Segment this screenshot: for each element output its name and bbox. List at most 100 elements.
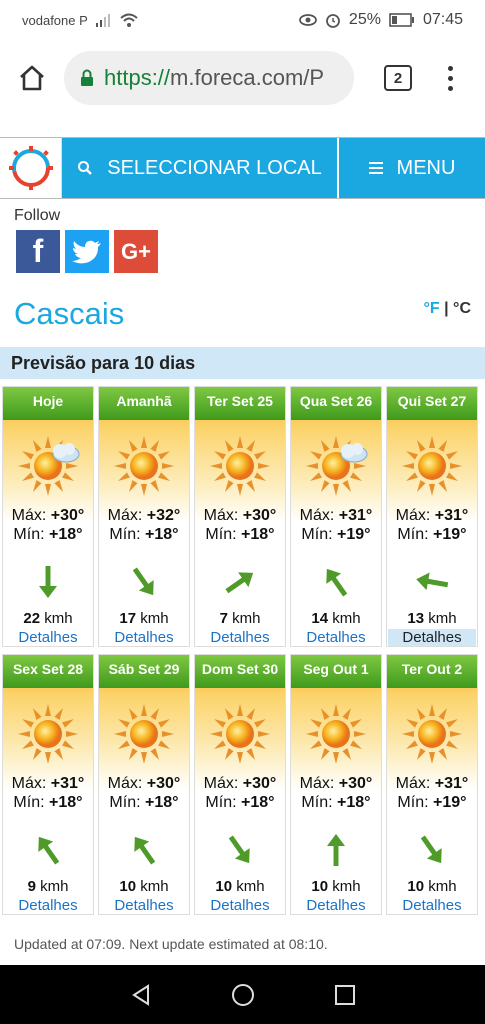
url-host: m.foreca.com/P	[170, 65, 325, 90]
forecast-day: Qua Set 26 Máx: +31° Mín: +19° 14 kmh De…	[290, 386, 382, 647]
tab-switcher-button[interactable]: 2	[384, 65, 412, 91]
wind-unit: kmh	[428, 610, 457, 627]
forecast-heading: Previsão para 10 dias	[0, 347, 485, 379]
status-bar: vodafone P 25% 07:45	[0, 0, 485, 40]
min-temp: +19°	[433, 794, 467, 811]
min-temp: +19°	[337, 526, 371, 543]
details-link[interactable]: Detalhes	[196, 629, 284, 646]
day-name: Qui Set 27	[387, 387, 477, 420]
forecast-row: Hoje Máx: +30° Mín: +18° 22 kmh Detalhes…	[0, 386, 485, 647]
details-link[interactable]: Detalhes	[4, 897, 92, 914]
max-label: Máx:	[107, 775, 143, 792]
max-temp: +30°	[242, 775, 277, 792]
celsius-label: °C	[453, 300, 471, 317]
details-link[interactable]: Detalhes	[388, 629, 476, 646]
day-name: Ter Set 25	[195, 387, 285, 420]
wind-arrow-icon	[414, 564, 450, 600]
wind-speed: 10 kmh	[119, 878, 168, 895]
max-temp: +30°	[338, 775, 373, 792]
wind-value: 10	[215, 878, 233, 895]
battery-icon	[389, 13, 414, 27]
units-switch: °F | °C	[424, 300, 472, 318]
max-label: Máx:	[203, 775, 239, 792]
wind-unit: kmh	[236, 878, 265, 895]
forecast-day: Dom Set 30 Máx: +30° Mín: +18° 10 kmh De…	[194, 654, 286, 915]
update-info: Updated at 07:09. Next update estimated …	[14, 936, 328, 952]
wind-value: 22	[23, 610, 41, 627]
search-icon	[78, 161, 93, 175]
address-bar[interactable]: https://m.foreca.com/P	[64, 51, 354, 105]
max-temp: +30°	[50, 507, 85, 524]
max-temp: +32°	[146, 507, 181, 524]
wind-arrow-icon	[222, 832, 258, 868]
details-link[interactable]: Detalhes	[196, 897, 284, 914]
min-label: Mín:	[397, 526, 429, 543]
min-temp: +18°	[49, 526, 83, 543]
temperatures: Máx: +30° Mín: +18°	[204, 506, 277, 544]
fahrenheit-link[interactable]: °F	[424, 300, 440, 317]
details-link[interactable]: Detalhes	[388, 897, 476, 914]
day-name: Ter Out 2	[387, 655, 477, 688]
wind-unit: kmh	[44, 610, 73, 627]
google-plus-icon: G+	[121, 238, 151, 264]
wind-arrow-icon	[126, 832, 162, 868]
overflow-menu-icon[interactable]	[448, 65, 453, 91]
select-location-label: SELECCIONAR LOCAL	[107, 156, 322, 179]
battery-percent: 25%	[348, 11, 381, 28]
wind-value: 14	[311, 610, 329, 627]
facebook-button[interactable]: f	[16, 230, 60, 273]
wind-value: 10	[407, 878, 425, 895]
clock: 07:45	[422, 11, 463, 28]
max-temp: +31°	[434, 507, 469, 524]
menu-button[interactable]: MENU	[339, 138, 485, 198]
home-button[interactable]	[14, 60, 50, 96]
max-temp: +30°	[242, 507, 277, 524]
back-icon[interactable]	[130, 983, 152, 1006]
min-temp: +18°	[337, 794, 371, 811]
wind-arrow-icon	[318, 832, 354, 868]
details-link[interactable]: Detalhes	[292, 629, 380, 646]
min-label: Mín:	[301, 794, 333, 811]
forecast-day: Amanhã Máx: +32° Mín: +18° 17 kmh Detalh…	[98, 386, 190, 647]
wind-unit: kmh	[428, 878, 457, 895]
twitter-icon	[72, 240, 101, 263]
wind-value: 7	[219, 610, 228, 627]
min-label: Mín:	[109, 794, 141, 811]
wind-unit: kmh	[40, 878, 69, 895]
max-temp: +31°	[434, 775, 469, 792]
forecast-day: Sex Set 28 Máx: +31° Mín: +18° 9 kmh Det…	[2, 654, 94, 915]
details-link[interactable]: Detalhes	[100, 629, 188, 646]
google-plus-button[interactable]: G+	[114, 230, 158, 273]
details-link[interactable]: Detalhes	[292, 897, 380, 914]
forecast-day: Ter Out 2 Máx: +31° Mín: +19° 10 kmh Det…	[386, 654, 478, 915]
hamburger-icon	[368, 162, 383, 174]
signal-icon	[95, 14, 110, 27]
wind-value: 10	[311, 878, 329, 895]
sun-cloud-icon	[16, 434, 80, 498]
twitter-button[interactable]	[65, 230, 109, 273]
min-temp: +18°	[145, 526, 179, 543]
details-link[interactable]: Detalhes	[100, 897, 188, 914]
city-title: Cascais	[14, 296, 125, 331]
max-label: Máx:	[11, 775, 47, 792]
min-temp: +19°	[433, 526, 467, 543]
sun-icon	[16, 702, 80, 766]
select-location-button[interactable]: SELECCIONAR LOCAL	[62, 138, 339, 198]
sun-icon	[400, 434, 464, 498]
sun-icon	[112, 702, 176, 766]
wind-speed: 10 kmh	[407, 878, 456, 895]
facebook-icon: f	[32, 233, 44, 269]
wind-speed: 13 kmh	[407, 610, 456, 627]
max-label: Máx:	[395, 507, 431, 524]
forecast-day: Ter Set 25 Máx: +30° Mín: +18° 7 kmh Det…	[194, 386, 286, 647]
min-label: Mín:	[109, 526, 141, 543]
details-link[interactable]: Detalhes	[4, 629, 92, 646]
home-circle-icon[interactable]	[231, 983, 255, 1007]
home-icon	[20, 65, 44, 91]
max-temp: +31°	[50, 775, 85, 792]
recents-icon[interactable]	[335, 984, 356, 1005]
forecast-day: Sáb Set 29 Máx: +30° Mín: +18° 10 kmh De…	[98, 654, 190, 915]
day-name: Sex Set 28	[3, 655, 93, 688]
foreca-logo[interactable]	[0, 138, 62, 198]
wind-unit: kmh	[140, 878, 169, 895]
